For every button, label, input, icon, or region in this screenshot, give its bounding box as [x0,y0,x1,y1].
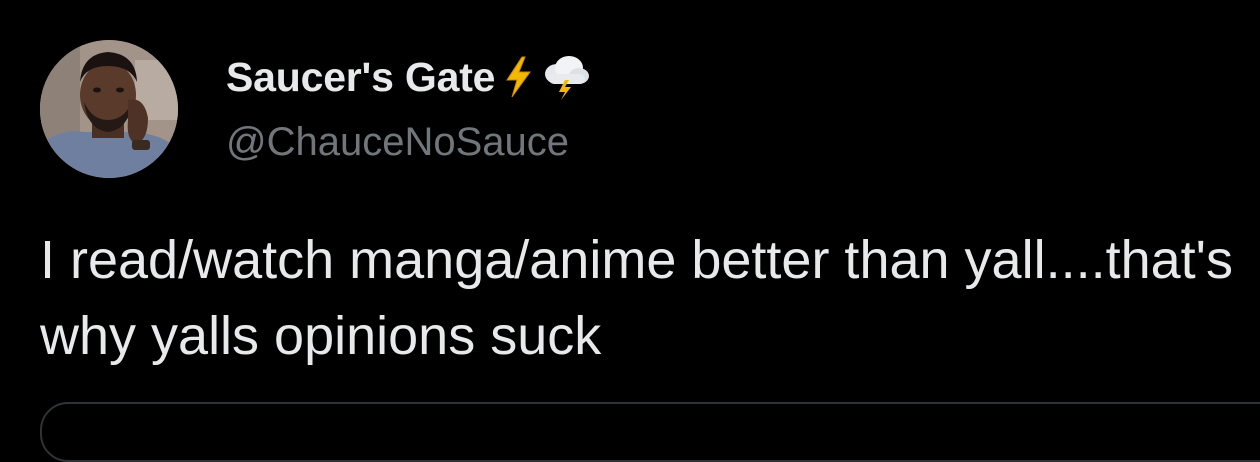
avatar-photo [40,40,178,178]
quoted-card-edge[interactable] [40,402,1260,462]
avatar[interactable] [40,40,178,178]
display-name[interactable]: Saucer's Gate [226,54,495,101]
tweet-text: I read/watch manga/anime better than yal… [40,230,1248,366]
author-handle[interactable]: @ChauceNoSauce [226,120,569,165]
author-name-row: Saucer's Gate [226,52,591,102]
lightning-icon [503,55,533,99]
storm-cloud-icon [541,54,591,100]
tweet: Saucer's Gate @ChauceNoSauce I read/watc… [0,0,1260,462]
